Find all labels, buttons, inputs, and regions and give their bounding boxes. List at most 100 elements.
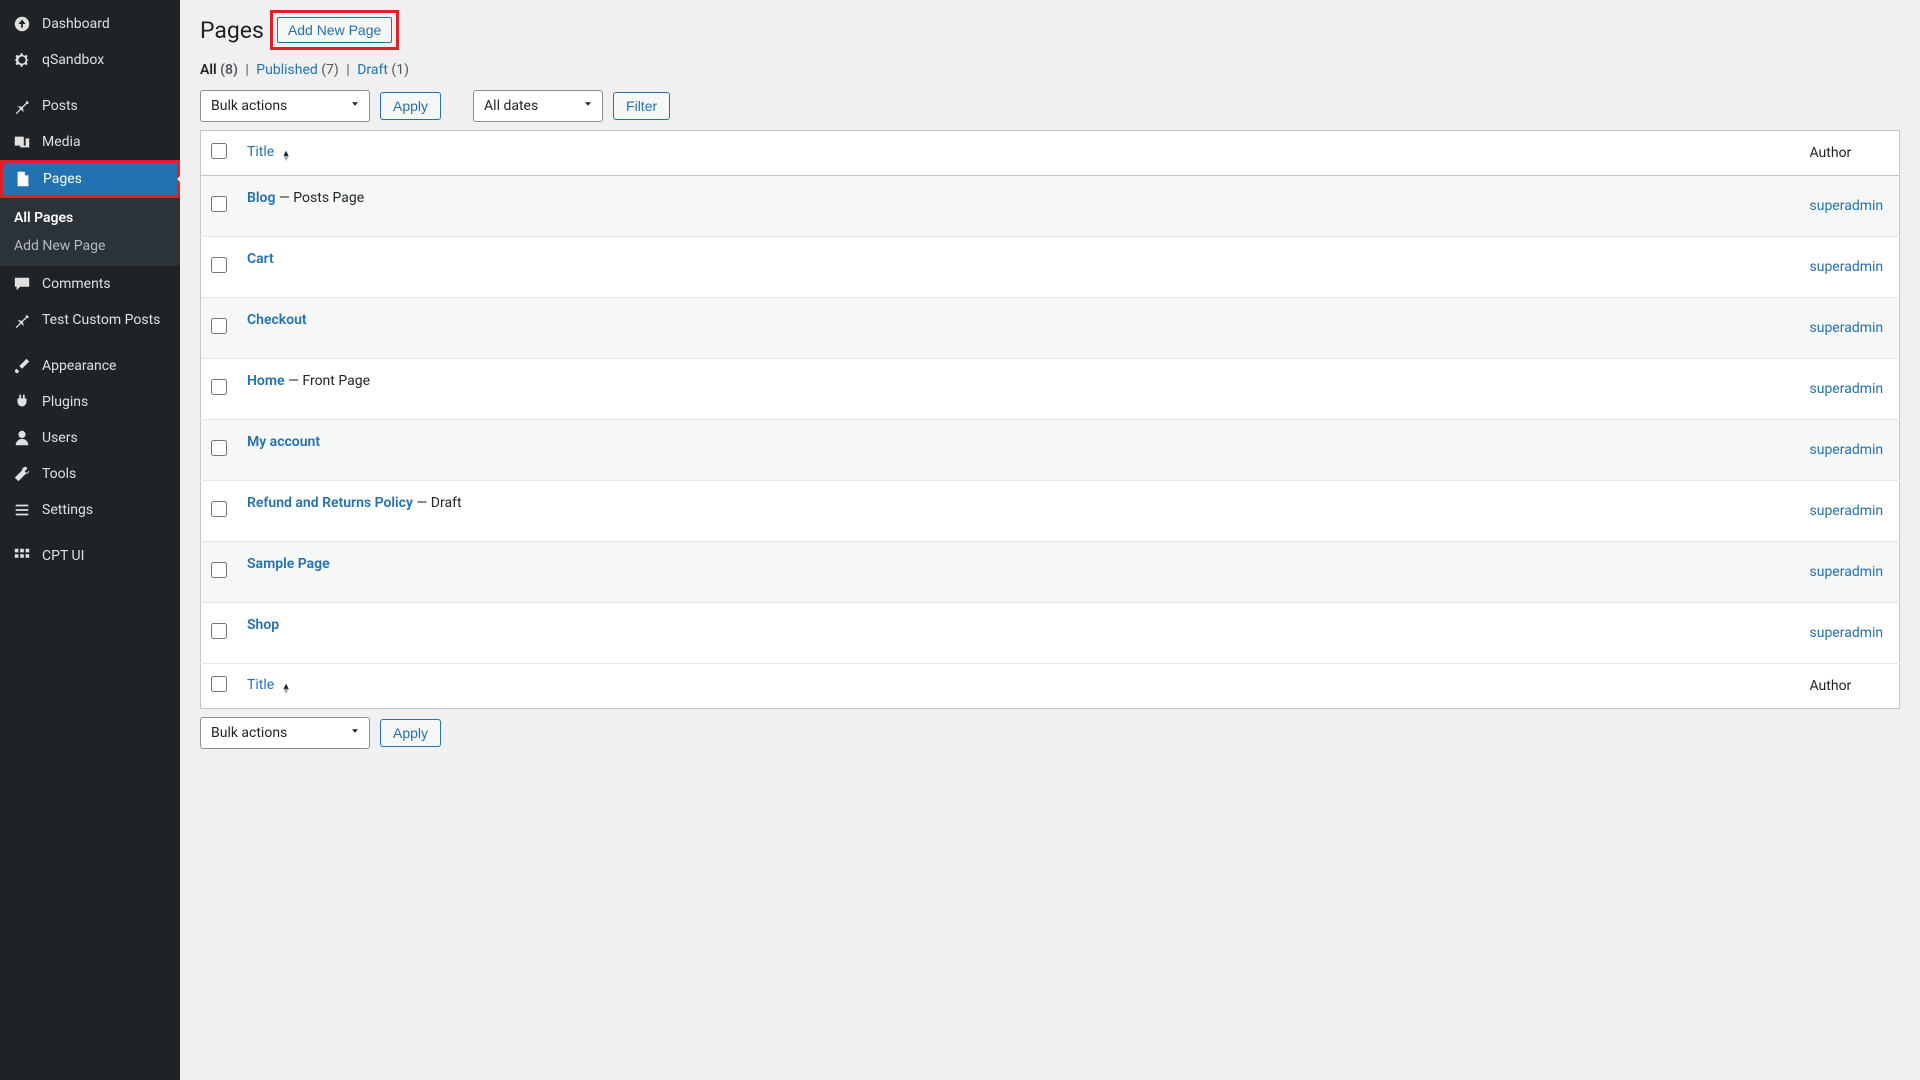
page-title-link[interactable]: Sample Page <box>247 556 330 572</box>
plug-icon <box>12 392 32 412</box>
table-row: Checkout superadmin <box>201 298 1900 359</box>
sidebar-item-label: Tools <box>42 466 76 482</box>
sidebar-item-label: Appearance <box>42 358 116 374</box>
page-title-link[interactable]: Home <box>247 373 285 389</box>
table-row: Blog — Posts Page superadmin <box>201 176 1900 237</box>
chevron-down-icon <box>582 98 594 114</box>
table-row: Shop superadmin <box>201 603 1900 664</box>
author-link[interactable]: superadmin <box>1810 259 1884 275</box>
author-link[interactable]: superadmin <box>1810 625 1884 641</box>
pin-icon <box>12 310 32 330</box>
sidebar-item-label: Media <box>42 134 81 150</box>
status-filters: All (8) | Published (7) | Draft (1) <box>200 62 1900 78</box>
sidebar-item-posts[interactable]: Posts <box>0 88 180 124</box>
media-icon <box>12 132 32 152</box>
page-title-link[interactable]: My account <box>247 434 320 450</box>
sliders-icon <box>12 500 32 520</box>
sidebar-item-label: Comments <box>42 276 111 292</box>
author-link[interactable]: superadmin <box>1810 503 1884 519</box>
sidebar-item-comments[interactable]: Comments <box>0 266 180 302</box>
column-author-footer[interactable]: Author <box>1800 664 1900 709</box>
bulk-actions-select-bottom[interactable]: Bulk actions <box>200 717 370 749</box>
filter-published[interactable]: Published (7) <box>256 62 339 78</box>
sidebar-item-label: Settings <box>42 502 93 518</box>
row-checkbox[interactable] <box>211 318 227 334</box>
row-checkbox[interactable] <box>211 196 227 212</box>
tablenav-bottom: Bulk actions Apply <box>200 717 1900 749</box>
sidebar-item-test-custom-posts[interactable]: Test Custom Posts <box>0 302 180 338</box>
sidebar-item-label: CPT UI <box>42 548 84 564</box>
user-icon <box>12 428 32 448</box>
page-state-suffix: — Draft <box>413 495 462 511</box>
brush-icon <box>12 356 32 376</box>
column-author-header[interactable]: Author <box>1800 131 1900 176</box>
row-checkbox[interactable] <box>211 501 227 517</box>
sort-icon: ▲▼ <box>282 685 291 695</box>
gear-icon <box>12 50 32 70</box>
sidebar-item-label: Dashboard <box>42 16 110 32</box>
select-all-bottom-checkbox[interactable] <box>211 676 227 692</box>
page-title-link[interactable]: Shop <box>247 617 279 633</box>
tablenav-top: Bulk actions Apply All dates Filter <box>200 90 1900 122</box>
chevron-down-icon <box>349 98 361 114</box>
filter-button[interactable]: Filter <box>613 92 670 120</box>
author-link[interactable]: superadmin <box>1810 320 1884 336</box>
table-row: Sample Page superadmin <box>201 542 1900 603</box>
sidebar-item-label: Pages <box>43 171 82 187</box>
page-state-suffix: — Posts Page <box>275 190 364 206</box>
sidebar-item-media[interactable]: Media <box>0 124 180 160</box>
pages-table: Title ▲▼ Author Blog — Posts Page superad… <box>200 130 1900 709</box>
dashboard-icon <box>12 14 32 34</box>
table-row: Cart superadmin <box>201 237 1900 298</box>
author-link[interactable]: superadmin <box>1810 381 1884 397</box>
page-title-link[interactable]: Checkout <box>247 312 307 328</box>
sidebar-item-label: Users <box>42 430 78 446</box>
sidebar-item-appearance[interactable]: Appearance <box>0 348 180 384</box>
author-link[interactable]: superadmin <box>1810 564 1884 580</box>
select-all-top-checkbox[interactable] <box>211 143 227 159</box>
author-link[interactable]: superadmin <box>1810 442 1884 458</box>
apply-button-top[interactable]: Apply <box>380 92 441 120</box>
page-title: Pages <box>200 17 264 44</box>
filter-draft[interactable]: Draft (1) <box>357 62 409 78</box>
column-title-header[interactable]: Title ▲▼ <box>237 131 1800 176</box>
sidebar-item-plugins[interactable]: Plugins <box>0 384 180 420</box>
table-row: Refund and Returns Policy — Draft superad… <box>201 481 1900 542</box>
page-title-link[interactable]: Cart <box>247 251 274 267</box>
table-row: Home — Front Page superadmin <box>201 359 1900 420</box>
row-checkbox[interactable] <box>211 440 227 456</box>
admin-sidebar: Dashboard qSandbox Posts Media Pages All Page… <box>0 0 180 1080</box>
page-icon <box>13 169 33 189</box>
sidebar-item-qsandbox[interactable]: qSandbox <box>0 42 180 78</box>
sidebar-item-users[interactable]: Users <box>0 420 180 456</box>
sidebar-item-dashboard[interactable]: Dashboard <box>0 6 180 42</box>
sidebar-item-tools[interactable]: Tools <box>0 456 180 492</box>
date-filter-select[interactable]: All dates <box>473 90 603 122</box>
wrench-icon <box>12 464 32 484</box>
submenu-item-all-pages[interactable]: All Pages <box>0 204 180 232</box>
row-checkbox[interactable] <box>211 623 227 639</box>
comment-icon <box>12 274 32 294</box>
filter-all[interactable]: All (8) <box>200 62 238 78</box>
sidebar-item-label: Test Custom Posts <box>42 312 160 328</box>
sidebar-item-label: qSandbox <box>42 52 104 68</box>
sidebar-item-cpt-ui[interactable]: CPT UI <box>0 538 180 574</box>
page-title-link[interactable]: Blog <box>247 190 275 206</box>
chevron-down-icon <box>349 725 361 741</box>
page-title-link[interactable]: Refund and Returns Policy <box>247 495 413 511</box>
pin-icon <box>12 96 32 116</box>
author-link[interactable]: superadmin <box>1810 198 1884 214</box>
grid-icon <box>12 546 32 566</box>
row-checkbox[interactable] <box>211 257 227 273</box>
add-new-page-button[interactable]: Add New Page <box>277 17 392 43</box>
row-checkbox[interactable] <box>211 379 227 395</box>
sidebar-item-settings[interactable]: Settings <box>0 492 180 528</box>
sidebar-item-pages[interactable]: Pages <box>3 163 177 195</box>
page-state-suffix: — Front Page <box>285 373 370 389</box>
bulk-actions-select[interactable]: Bulk actions <box>200 90 370 122</box>
apply-button-bottom[interactable]: Apply <box>380 719 441 747</box>
sidebar-item-label: Posts <box>42 98 78 114</box>
row-checkbox[interactable] <box>211 562 227 578</box>
submenu-item-add-new-page[interactable]: Add New Page <box>0 232 180 260</box>
column-title-footer[interactable]: Title ▲▼ <box>237 664 1800 709</box>
